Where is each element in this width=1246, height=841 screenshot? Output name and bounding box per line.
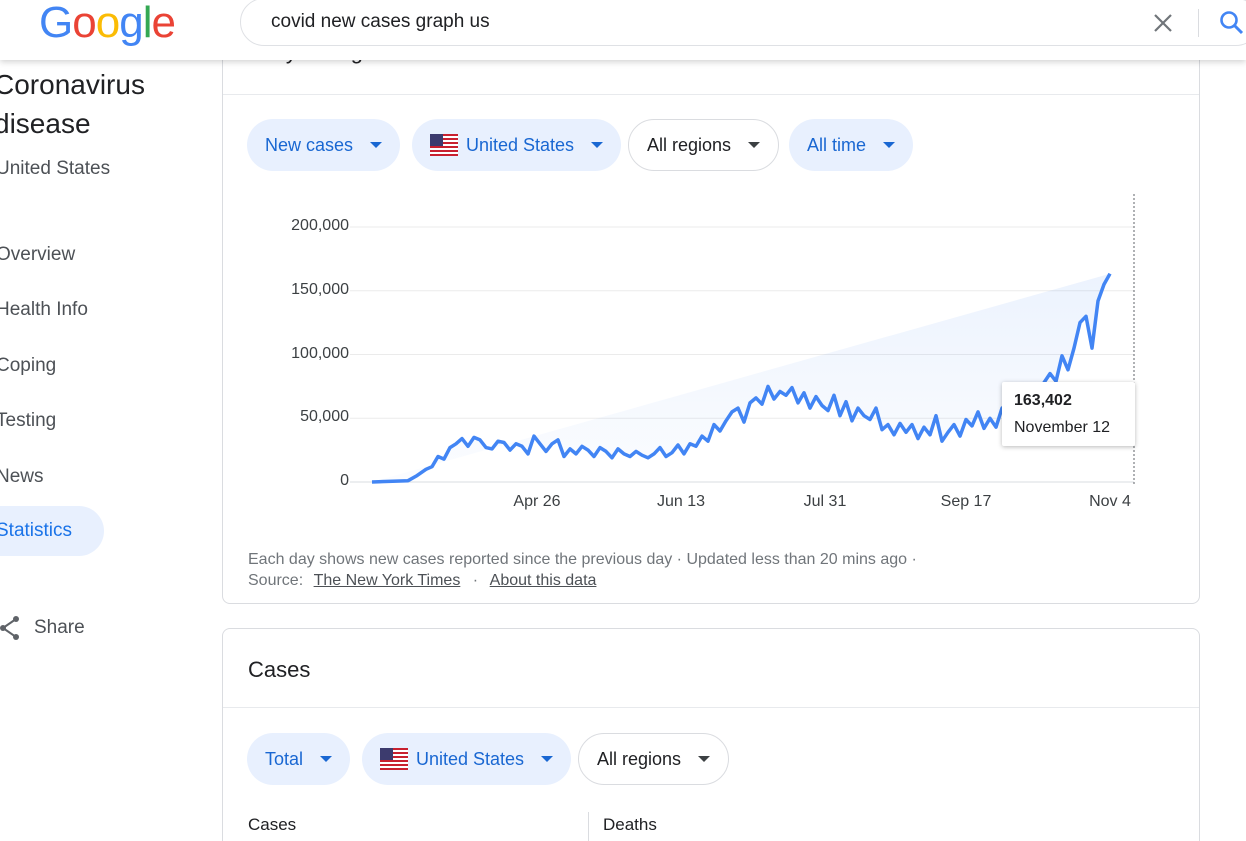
- chevron-down-icon: [541, 756, 554, 762]
- daily-cases-chart[interactable]: [0, 0, 1246, 560]
- share-button[interactable]: Share: [0, 612, 85, 644]
- logo-letter: l: [142, 0, 153, 47]
- close-icon[interactable]: [1151, 11, 1175, 35]
- logo-letter: o: [95, 0, 121, 47]
- series-area: [372, 273, 1110, 482]
- share-label: Share: [34, 617, 85, 638]
- search-divider: [1198, 9, 1199, 37]
- y-tick-label: 50,000: [300, 408, 349, 426]
- y-tick-label: 0: [340, 472, 349, 489]
- x-tick-label: Jul 31: [803, 493, 847, 510]
- tooltip-date: November 12: [1014, 419, 1111, 436]
- cases-region-filter-label: All regions: [597, 748, 682, 769]
- cases-card: Cases Total United States All regions Ca…: [222, 628, 1200, 841]
- share-icon: [0, 616, 19, 640]
- chart-tooltip: 163,402 November 12: [1002, 382, 1135, 446]
- search-header: Google: [0, 0, 1246, 60]
- logo-letter: e: [151, 0, 176, 47]
- chevron-down-icon: [698, 756, 711, 762]
- card-divider: [223, 707, 1199, 708]
- logo-letter: o: [72, 0, 97, 47]
- google-logo[interactable]: Google: [39, 0, 176, 47]
- deaths-column-label: Deaths: [603, 815, 657, 834]
- y-tick-label: 100,000: [291, 344, 349, 362]
- about-data-link[interactable]: About this data: [490, 572, 597, 589]
- tooltip-value: 163,402: [1014, 392, 1072, 409]
- x-tick-label: Sep 17: [940, 493, 992, 510]
- source-separator: ·: [472, 572, 479, 589]
- cases-country-filter-label: United States: [416, 748, 525, 769]
- source-label: Source:: [248, 572, 304, 589]
- x-tick-label: Apr 26: [513, 493, 561, 510]
- logo-letter: G: [39, 0, 73, 47]
- us-flag-icon: [380, 748, 408, 770]
- chevron-down-icon: [320, 756, 333, 762]
- y-tick-label: 150,000: [291, 280, 349, 298]
- search-icon[interactable]: [1219, 10, 1245, 36]
- cases-metric-filter-label: Total: [265, 748, 304, 769]
- page: Coronavirus disease United States Overvi…: [0, 0, 1246, 841]
- source-link[interactable]: The New York Times: [314, 572, 461, 589]
- search-input[interactable]: [271, 0, 1131, 45]
- y-tick-label: 200,000: [291, 217, 349, 234]
- column-divider: [588, 812, 589, 841]
- card-title-cases: Cases: [248, 657, 311, 682]
- cases-country-filter-chip[interactable]: United States: [362, 733, 572, 785]
- logo-letter: g: [119, 0, 144, 47]
- cases-region-filter-chip[interactable]: All regions: [578, 733, 730, 785]
- x-tick-label: Nov 4: [1089, 493, 1131, 510]
- cases-column-label: Cases: [248, 815, 297, 834]
- source-line: Source: The New York Times · About this …: [248, 570, 1178, 591]
- x-tick-label: Jun 13: [656, 493, 706, 510]
- search-box: [240, 0, 1246, 46]
- cases-metric-filter-chip[interactable]: Total: [247, 733, 351, 785]
